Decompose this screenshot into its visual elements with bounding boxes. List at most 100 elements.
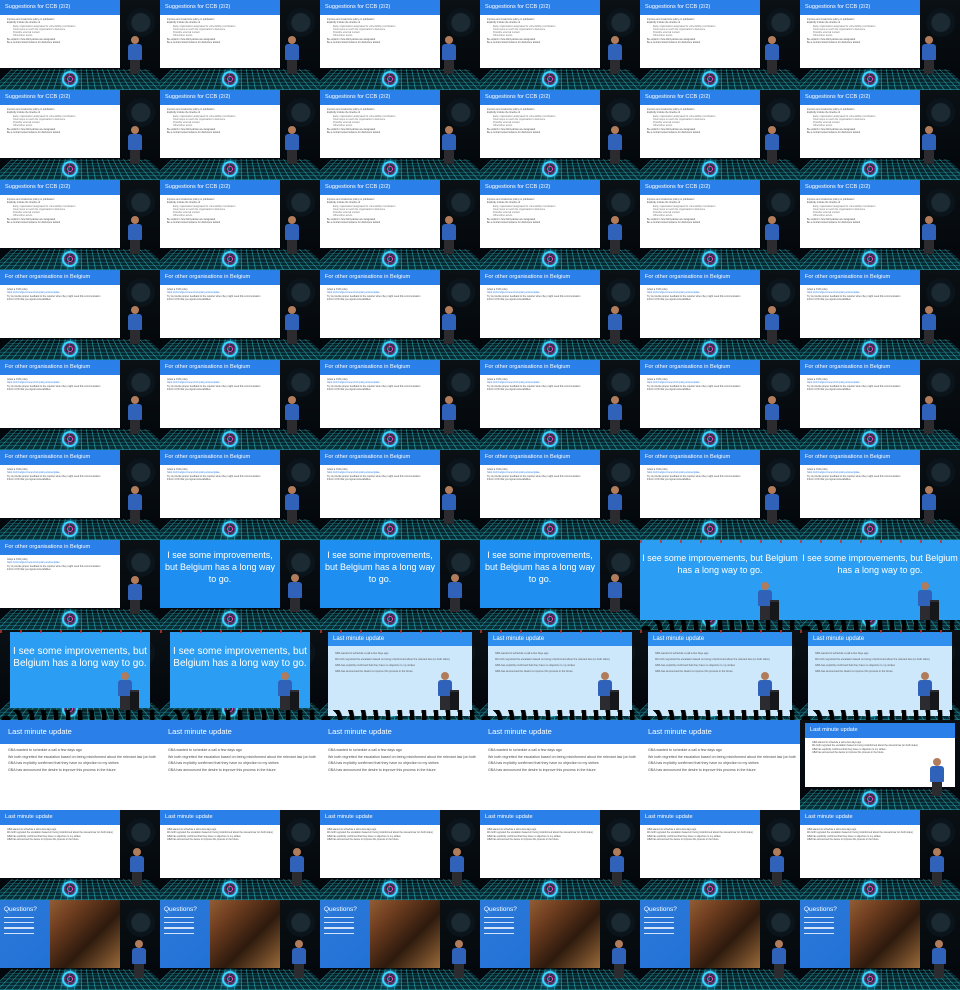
- presenter-legs: [454, 964, 464, 978]
- slide-title: Last minute update: [160, 810, 280, 825]
- contact-line: [644, 932, 674, 934]
- stage-logo-icon: [62, 341, 78, 357]
- contact-line: [644, 927, 674, 929]
- slide-title: Questions?: [164, 906, 197, 913]
- video-frame: Suggestions for CCB (2/2) Improve and mod…: [320, 180, 480, 270]
- slide-bullets: Adopt a CVD policy https://ccb.belgium.be…: [0, 285, 120, 301]
- presenter: [450, 848, 464, 886]
- presenter-head: [611, 216, 619, 224]
- presenter-shirt: [608, 134, 622, 150]
- slide-bullet: Be a central trusted instance for disclo…: [327, 221, 381, 225]
- video-frame: Last minute update GBA wanted to schedule…: [480, 810, 640, 900]
- video-frame: For other organisations in Belgium Adopt …: [800, 270, 960, 360]
- presenter-legs: [287, 60, 297, 74]
- presenter-legs: [610, 510, 620, 524]
- contact-line: [804, 922, 834, 924]
- presenter-shirt: [448, 582, 462, 598]
- slide-bullets: GBA wanted to schedule a call a few days…: [480, 744, 640, 773]
- stage-logo-icon: [62, 251, 78, 267]
- presenter-legs: [760, 606, 770, 620]
- presenter-head: [133, 848, 141, 856]
- presenter: [285, 306, 299, 344]
- video-frame: I see some improvements, but Belgium has…: [640, 540, 800, 630]
- stage-logo-icon: [222, 251, 238, 267]
- presenter-shirt: [922, 134, 936, 150]
- slide-bullet: Be a central trusted instance for disclo…: [7, 221, 61, 225]
- presenter-legs: [924, 60, 934, 74]
- contact-line: [484, 917, 514, 919]
- slide-title: For other organisations in Belgium: [0, 450, 120, 465]
- video-frame: I see some improvements, but Belgium has…: [160, 630, 320, 720]
- stage-logo-icon: [862, 161, 878, 177]
- stage-logo-icon: [862, 881, 878, 897]
- presenter-shirt: [128, 584, 142, 600]
- presenter-head: [281, 672, 289, 680]
- presenter-legs: [924, 240, 934, 254]
- presenter-shirt: [765, 224, 779, 240]
- presenter-legs: [924, 150, 934, 164]
- slide-bullet: Be a central trusted instance for disclo…: [327, 41, 381, 45]
- presenter-shirt: [608, 224, 622, 240]
- presenter-head: [131, 306, 139, 314]
- slide-bullets: Adopt a CVD policy https://ccb.belgium.be…: [640, 465, 760, 481]
- slide-screen: Suggestions for CCB (2/2) Improve and mod…: [640, 180, 760, 248]
- slide-screen: For other organisations in Belgium Adopt …: [0, 450, 120, 518]
- slide-title: Suggestions for CCB (2/2): [480, 0, 600, 15]
- slide-bullet: GBA has announced the desire to improve …: [807, 837, 879, 841]
- slide-title: For other organisations in Belgium: [480, 450, 600, 465]
- slide-bullet: Inform CVD that you signal vulnerabiliti…: [327, 297, 371, 301]
- slide-screen: For other organisations in Belgium Adopt …: [800, 360, 920, 428]
- presenter-legs: [610, 240, 620, 254]
- podium: [770, 690, 779, 710]
- podium: [130, 690, 139, 710]
- slide-title: Last minute update: [480, 720, 640, 744]
- presenter-shirt: [285, 494, 299, 510]
- slide-bullets: GBA wanted to schedule a call a few days…: [480, 825, 600, 841]
- slide-title: Questions?: [4, 906, 37, 913]
- stage-logo-icon: [222, 611, 238, 627]
- slide-screen: For other organisations in Belgium Adopt …: [320, 270, 440, 338]
- presenter: [285, 126, 299, 164]
- stage-logo-icon: [862, 431, 878, 447]
- video-frame: I see some improvements, but Belgium has…: [0, 630, 160, 720]
- video-frame: Suggestions for CCB (2/2) Improve and mod…: [160, 0, 320, 90]
- presenter-head: [935, 940, 943, 948]
- contact-line: [484, 927, 514, 929]
- presenter-head: [611, 36, 619, 44]
- slide-screen: Suggestions for CCB (2/2) Improve and mod…: [800, 0, 920, 68]
- slide-bullets: Improve and modernize policy on publicat…: [160, 15, 280, 44]
- stage-logo-icon: [862, 71, 878, 87]
- stage-logo-icon: [62, 971, 78, 987]
- audience-heads: [640, 710, 800, 720]
- contact-line: [164, 932, 194, 934]
- presenter-head: [933, 758, 941, 766]
- presenter-shirt: [442, 404, 456, 420]
- questions-panel: Questions?: [160, 900, 210, 968]
- video-frame: Suggestions for CCB (2/2) Improve and mod…: [480, 90, 640, 180]
- presenter: [922, 396, 936, 434]
- slide-title: Last minute update: [805, 723, 955, 738]
- slide-bullet: Inform CVD that you signal vulnerabiliti…: [167, 477, 211, 481]
- slide-screen: Last minute update GBA wanted to schedule…: [480, 720, 640, 810]
- slide-bullet: Inform CVD that you signal vulnerabiliti…: [167, 297, 211, 301]
- presenter: [608, 216, 622, 254]
- slide-title: Suggestions for CCB (2/2): [480, 90, 600, 105]
- slide-bullet: Be a central trusted instance for disclo…: [487, 41, 541, 45]
- presenter-shirt: [288, 582, 302, 598]
- presenter-legs: [120, 696, 130, 710]
- stage-logo-icon: [62, 881, 78, 897]
- video-frame: Last minute update GBA wanted to schedule…: [800, 720, 960, 810]
- presenter-head: [121, 672, 129, 680]
- presenter-head: [611, 574, 619, 582]
- stage-logo-icon: [382, 521, 398, 537]
- slide-screen: Last minute update GBA wanted to schedule…: [0, 810, 120, 878]
- slide-title: Questions?: [484, 906, 517, 913]
- presenter-head: [925, 486, 933, 494]
- questions-slide: Questions?: [800, 900, 920, 968]
- stage-logo-icon: [62, 611, 78, 627]
- presenter-head: [288, 216, 296, 224]
- video-frame: Suggestions for CCB (2/2) Improve and mod…: [480, 180, 640, 270]
- slide-title: Suggestions for CCB (2/2): [160, 0, 280, 15]
- questions-slide: Questions?: [160, 900, 280, 968]
- presenter-legs: [610, 420, 620, 434]
